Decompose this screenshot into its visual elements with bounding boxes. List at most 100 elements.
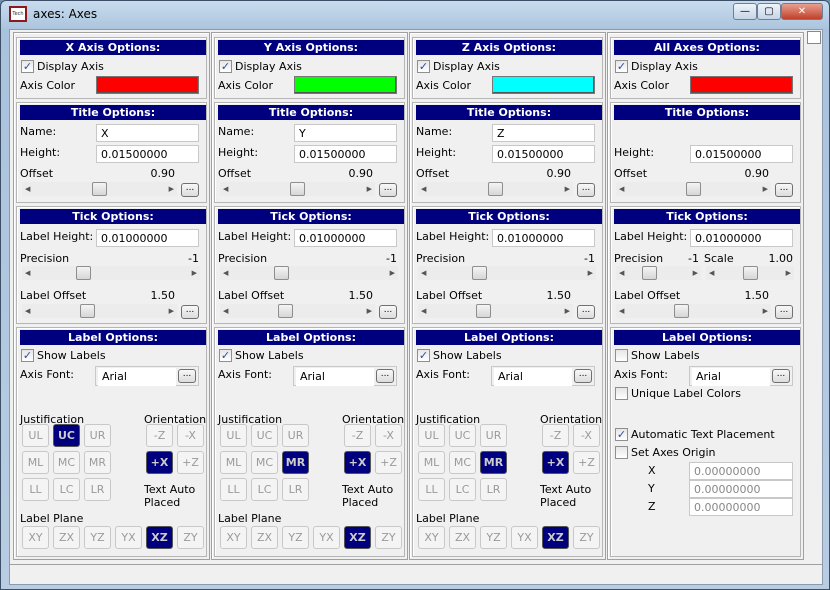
unique-label-colors-checkbox[interactable] [615, 387, 628, 400]
offset-slider-left-arrow[interactable]: ◀ [619, 182, 624, 196]
justification-ll-button[interactable]: LL [22, 478, 49, 501]
close-button[interactable]: ✕ [781, 3, 823, 20]
scale-slider[interactable]: ◀ ▶ [706, 266, 794, 280]
justification-mc-button[interactable]: MC [449, 451, 476, 474]
offset-slider-left-arrow[interactable]: ◀ [25, 182, 30, 196]
title-bar[interactable]: Tech axes: Axes — ▢ ✕ [1, 1, 829, 29]
offset-more-button[interactable]: ... [181, 183, 199, 197]
justification-ur-button[interactable]: UR [282, 424, 309, 447]
label-offset-slider-left-arrow[interactable]: ◀ [223, 304, 228, 318]
orientation-plusminus-z-button[interactable]: +Z [573, 451, 600, 474]
origin-x-input[interactable]: 0.00000000 [689, 462, 793, 480]
justification-ul-button[interactable]: UL [220, 424, 247, 447]
title-height-input[interactable]: 0.01500000 [492, 145, 595, 163]
label-plane-zy-button[interactable]: ZY [375, 526, 402, 549]
offset-slider-right-arrow[interactable]: ▶ [565, 182, 570, 196]
offset-slider[interactable]: ◀ ▶ [220, 182, 375, 196]
label-plane-yx-button[interactable]: YX [511, 526, 538, 549]
justification-ml-button[interactable]: ML [220, 451, 247, 474]
orientation-minus-z-button[interactable]: -Z [344, 424, 371, 447]
axis-font-button[interactable]: ... [376, 369, 394, 383]
axis-color-button[interactable] [96, 76, 199, 94]
label-height-input[interactable]: 0.01000000 [294, 229, 397, 247]
label-plane-zy-button[interactable]: ZY [573, 526, 600, 549]
offset-slider[interactable]: ◀ ▶ [418, 182, 573, 196]
label-plane-yz-button[interactable]: YZ [84, 526, 111, 549]
orientation-minus-z-button[interactable]: -Z [542, 424, 569, 447]
label-offset-slider-left-arrow[interactable]: ◀ [619, 304, 624, 318]
show-labels-checkbox[interactable]: ✓ [21, 349, 34, 362]
label-plane-zx-button[interactable]: ZX [449, 526, 476, 549]
justification-ul-button[interactable]: UL [418, 424, 445, 447]
scale-slider-right-arrow[interactable]: ▶ [786, 266, 791, 280]
precision-slider-right-arrow[interactable]: ▶ [693, 266, 698, 280]
offset-slider[interactable]: ◀ ▶ [22, 182, 177, 196]
label-offset-slider[interactable]: ◀ ▶ [418, 304, 573, 318]
label-plane-yz-button[interactable]: YZ [480, 526, 507, 549]
precision-slider-left-arrow[interactable]: ◀ [619, 266, 624, 280]
offset-slider-thumb[interactable] [290, 182, 305, 196]
precision-slider[interactable]: ◀ ▶ [22, 266, 200, 280]
show-labels-checkbox[interactable]: ✓ [219, 349, 232, 362]
name-input[interactable]: X [96, 124, 199, 142]
label-height-input[interactable]: 0.01000000 [492, 229, 595, 247]
label-offset-slider-thumb[interactable] [476, 304, 492, 318]
justification-uc-button[interactable]: UC [53, 424, 80, 447]
precision-slider-left-arrow[interactable]: ◀ [25, 266, 30, 280]
justification-lr-button[interactable]: LR [84, 478, 111, 501]
label-plane-xy-button[interactable]: XY [22, 526, 49, 549]
offset-slider-right-arrow[interactable]: ▶ [763, 182, 768, 196]
justification-ml-button[interactable]: ML [418, 451, 445, 474]
title-height-input[interactable]: 0.01500000 [96, 145, 199, 163]
justification-mc-button[interactable]: MC [53, 451, 80, 474]
justification-ll-button[interactable]: LL [418, 478, 445, 501]
vertical-scrollbar[interactable] [807, 30, 822, 560]
label-offset-more-button[interactable]: ... [181, 305, 199, 319]
axis-color-button[interactable] [294, 76, 397, 94]
justification-mc-button[interactable]: MC [251, 451, 278, 474]
axis-font-button[interactable]: ... [772, 369, 790, 383]
minimize-button[interactable]: — [733, 3, 757, 20]
label-offset-slider-right-arrow[interactable]: ▶ [367, 304, 372, 318]
label-offset-slider-right-arrow[interactable]: ▶ [763, 304, 768, 318]
label-plane-xz-button[interactable]: XZ [542, 526, 569, 549]
justification-lc-button[interactable]: LC [449, 478, 476, 501]
orientation-plusminus-x-button[interactable]: +X [146, 451, 173, 474]
set-axes-origin-checkbox[interactable] [615, 446, 628, 459]
offset-slider-thumb[interactable] [92, 182, 107, 196]
offset-more-button[interactable]: ... [775, 183, 793, 197]
title-height-input[interactable]: 0.01500000 [690, 145, 793, 163]
maximize-button[interactable]: ▢ [757, 3, 781, 20]
precision-slider[interactable]: ◀ ▶ [418, 266, 596, 280]
automatic-text-placement-checkbox[interactable]: ✓ [615, 428, 628, 441]
offset-slider-thumb[interactable] [686, 182, 701, 196]
label-offset-slider-thumb[interactable] [674, 304, 690, 318]
offset-slider-left-arrow[interactable]: ◀ [223, 182, 228, 196]
orientation-plusminus-z-button[interactable]: +Z [177, 451, 204, 474]
origin-z-input[interactable]: 0.00000000 [689, 498, 793, 516]
origin-y-input[interactable]: 0.00000000 [689, 480, 793, 498]
name-input[interactable]: Z [492, 124, 595, 142]
offset-slider-right-arrow[interactable]: ▶ [367, 182, 372, 196]
label-offset-slider[interactable]: ◀ ▶ [616, 304, 771, 318]
justification-ml-button[interactable]: ML [22, 451, 49, 474]
justification-mr-button[interactable]: MR [84, 451, 111, 474]
orientation-minus-x-button[interactable]: -X [177, 424, 204, 447]
show-labels-checkbox[interactable]: ✓ [417, 349, 430, 362]
offset-more-button[interactable]: ... [577, 183, 595, 197]
justification-mr-button[interactable]: MR [480, 451, 507, 474]
offset-slider-thumb[interactable] [488, 182, 503, 196]
label-offset-more-button[interactable]: ... [577, 305, 595, 319]
axis-font-button[interactable]: ... [178, 369, 196, 383]
offset-slider-right-arrow[interactable]: ▶ [169, 182, 174, 196]
label-plane-xy-button[interactable]: XY [418, 526, 445, 549]
display-axis-checkbox[interactable]: ✓ [219, 60, 232, 73]
precision-slider-right-arrow[interactable]: ▶ [588, 266, 593, 280]
label-plane-yx-button[interactable]: YX [313, 526, 340, 549]
precision-slider-right-arrow[interactable]: ▶ [390, 266, 395, 280]
scale-slider-left-arrow[interactable]: ◀ [709, 266, 714, 280]
label-offset-slider-right-arrow[interactable]: ▶ [169, 304, 174, 318]
precision-slider-left-arrow[interactable]: ◀ [421, 266, 426, 280]
axis-color-button[interactable] [690, 76, 793, 94]
label-offset-slider-right-arrow[interactable]: ▶ [565, 304, 570, 318]
